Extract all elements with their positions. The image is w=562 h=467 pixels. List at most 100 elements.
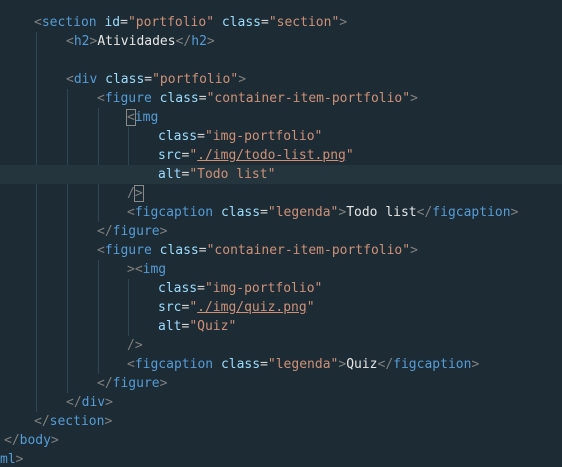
code-token-punct: > — [338, 205, 347, 220]
code-token-eq: = — [120, 15, 128, 30]
code-token-tag: figure — [112, 224, 160, 239]
code-token-eq: = — [197, 281, 205, 296]
code-token-str: "container-item-portfolio" — [206, 243, 411, 258]
code-line[interactable]: </div> — [0, 393, 562, 412]
code-line[interactable]: <figure class="container-item-portfolio"… — [0, 89, 562, 108]
code-token-str: "Quiz" — [189, 319, 237, 334]
code-token-punct: < — [126, 109, 136, 126]
code-token-punct: > — [159, 376, 168, 391]
code-token-str: " — [189, 148, 198, 163]
code-token-punct: > — [15, 452, 24, 467]
code-token-tag: h2 — [191, 34, 207, 49]
code-line[interactable]: <img — [0, 108, 562, 127]
code-token-tag: figcaption — [393, 357, 472, 372]
code-token-str: "img-portfolio" — [204, 281, 323, 296]
code-token-text: Todo list — [346, 205, 417, 220]
code-token-str: "portfolio" — [127, 15, 215, 30]
code-token-attr: class — [159, 91, 199, 106]
code-token-punct: </ — [377, 357, 394, 372]
code-line[interactable]: </figure> — [0, 222, 562, 241]
code-token-tag: img — [134, 110, 159, 125]
code-line[interactable]: </body> — [0, 431, 562, 450]
code-token-tag: ml — [0, 452, 16, 467]
code-line[interactable]: <figcaption class="legenda">Todo list</f… — [0, 203, 562, 222]
code-line[interactable]: /> — [0, 184, 562, 203]
code-token-eq: = — [198, 243, 207, 258]
code-editor[interactable]: <section id="portfolio" class="section">… — [0, 0, 562, 467]
code-line[interactable]: alt="Quiz" — [0, 317, 562, 336]
code-line[interactable] — [0, 51, 562, 70]
code-token-attr: alt — [158, 319, 182, 334]
code-token-punct: < — [127, 357, 135, 372]
code-token-punct: < — [34, 15, 42, 30]
code-token-str: "portfolio" — [152, 72, 239, 87]
code-token-punct: > — [105, 395, 113, 410]
code-token-punct: > — [159, 224, 168, 239]
code-line[interactable]: <div class="portfolio"> — [0, 70, 562, 89]
code-line[interactable]: src="./img/todo-list.png" — [0, 146, 562, 165]
code-line[interactable]: src="./img/quiz.png" — [0, 298, 562, 317]
code-token-punct: > — [238, 72, 247, 87]
code-line[interactable]: </figure> — [0, 374, 562, 393]
code-token-tag: img — [142, 262, 167, 277]
code-token-punct: >< — [127, 262, 143, 277]
code-token-tag: h2 — [73, 34, 90, 49]
code-token-punct: </ — [97, 376, 113, 391]
code-line[interactable]: <figure class="container-item-portfolio"… — [0, 241, 562, 260]
code-token-attr: class — [158, 129, 198, 144]
code-token-punct: </ — [416, 205, 433, 220]
code-token-str: " — [306, 300, 315, 315]
code-token-tag: section — [41, 15, 97, 30]
code-token-punct: < — [97, 91, 105, 106]
code-line[interactable]: class="img-portfolio" — [0, 127, 562, 146]
code-token-str: "img-portfolio" — [204, 129, 323, 144]
code-token-eq: = — [260, 357, 268, 372]
code-token-tag: figure — [104, 91, 152, 106]
code-token-attr: src — [158, 300, 182, 315]
code-token-eq: = — [260, 205, 268, 220]
code-line[interactable]: <h2>Atividades</h2> — [0, 32, 562, 51]
code-line[interactable]: <section id="portfolio" class="section"> — [0, 13, 562, 32]
code-token-attr: alt — [158, 167, 182, 182]
code-token-tag: body — [19, 433, 51, 448]
code-token-attr: class — [158, 281, 198, 296]
code-token-text: Atividades — [97, 34, 176, 49]
code-token-eq: = — [198, 91, 207, 106]
code-token-punct: </ — [34, 414, 50, 429]
code-token-punct: < — [66, 72, 74, 87]
code-token-str: "Todo list" — [189, 167, 276, 182]
code-line[interactable]: ml> — [0, 450, 562, 467]
code-token-punct: > — [133, 185, 144, 202]
code-line[interactable]: </section> — [0, 412, 562, 431]
code-token-tag: figcaption — [432, 205, 511, 220]
code-token-str: "section" — [268, 15, 340, 30]
code-token-punct: > — [338, 357, 347, 372]
code-token-attr: class — [220, 205, 261, 220]
code-token-punct: > — [339, 15, 348, 30]
code-line[interactable]: ><img — [0, 260, 562, 279]
code-line[interactable]: <figcaption class="legenda">Quiz</figcap… — [0, 355, 562, 374]
code-line[interactable]: alt="Todo list" — [0, 165, 562, 184]
code-token-attr: class — [105, 72, 145, 87]
code-line[interactable]: class="img-portfolio" — [0, 279, 562, 298]
code-token-punct: > — [206, 34, 215, 49]
code-token-attr: class — [221, 15, 261, 30]
code-token-tag: figcaption — [134, 205, 214, 220]
code-token-punct: </ — [4, 433, 20, 448]
code-token-punct: </ — [97, 224, 113, 239]
code-token-str: "legenda" — [267, 205, 339, 220]
code-token-attr: id — [104, 15, 121, 30]
code-token-punct: < — [97, 243, 105, 258]
code-token-str: "container-item-portfolio" — [206, 91, 411, 106]
code-token-punct: /> — [127, 338, 143, 353]
code-token-eq: = — [261, 15, 269, 30]
code-line[interactable]: /> — [0, 336, 562, 355]
code-token-punct: > — [410, 243, 418, 258]
code-token-punct: > — [410, 91, 418, 106]
